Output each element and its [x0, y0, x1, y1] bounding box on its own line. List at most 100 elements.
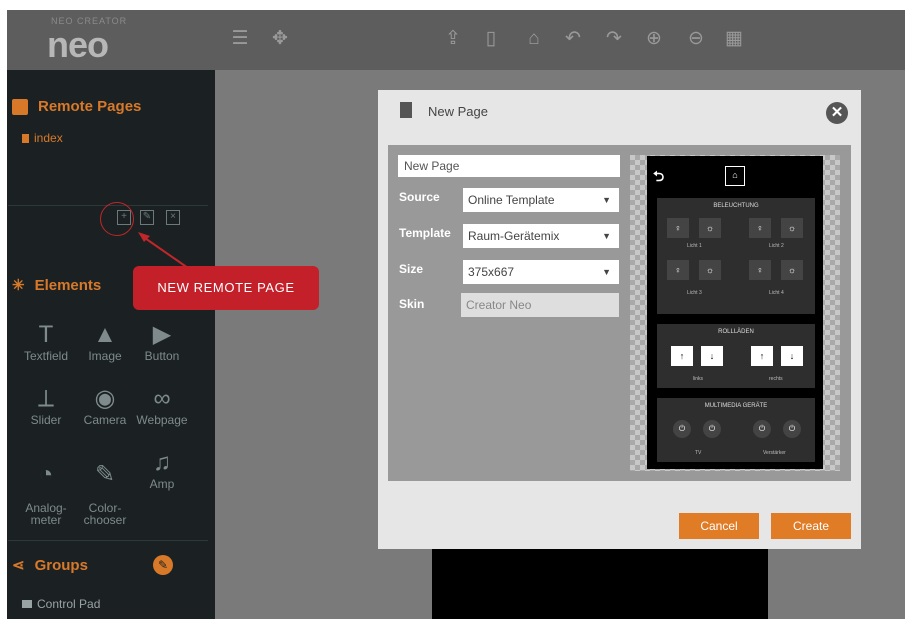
power-icon: ⏻: [673, 420, 691, 438]
puzzle-icon[interactable]: ✥: [269, 28, 291, 50]
element-label: Camera: [83, 413, 127, 427]
arrow-up-icon: ↑: [751, 346, 773, 366]
template-value: Raum-Gerätemix: [468, 229, 560, 243]
skin-field: Creator Neo: [461, 293, 619, 317]
textfield-icon: T: [38, 321, 54, 348]
groups-header: ⋖ Groups: [12, 556, 88, 575]
preview-card-media: MULTIMEDIA GERÄTE ⏻ ⏻ ⏻ ⏻ TV Verstärker: [657, 398, 815, 462]
element-label: Webpage: [136, 413, 188, 427]
media-label: TV: [695, 450, 702, 456]
menu-icon[interactable]: ☰: [229, 28, 251, 50]
pages-icon: [12, 98, 28, 115]
create-button[interactable]: Create: [771, 513, 851, 539]
dialog-title: New Page: [428, 104, 488, 119]
size-value: 375x667: [468, 265, 515, 279]
zoom-out-icon[interactable]: ⊖: [685, 28, 707, 50]
cancel-button[interactable]: Cancel: [679, 513, 759, 539]
element-label: Textfield: [23, 349, 69, 363]
bulb-on-icon: ☼: [699, 218, 721, 238]
bulb-icon: ♀: [749, 260, 771, 280]
arrow-down-icon: ↓: [701, 346, 723, 366]
template-label: Template: [399, 226, 451, 240]
elements-icon: ✳: [12, 277, 25, 294]
page-name-input[interactable]: [398, 155, 620, 177]
element-label: Button: [144, 349, 180, 363]
bulb-icon: ♀: [749, 218, 771, 238]
page-canvas[interactable]: [432, 548, 768, 619]
undo-icon[interactable]: ↶: [562, 28, 584, 50]
logo: neo: [47, 24, 109, 65]
groups-icon: ⋖: [12, 557, 25, 574]
edit-page-icon[interactable]: ✎: [140, 210, 154, 225]
skin-label: Skin: [399, 297, 425, 311]
button-icon: ▶: [152, 321, 172, 348]
highlight-ring: [100, 202, 134, 236]
card-title: MULTIMEDIA GERÄTE: [704, 403, 768, 409]
card-title: BELEUCHTUNG: [713, 203, 759, 209]
source-value: Online Template: [468, 193, 555, 207]
light-label: Licht 2: [769, 243, 784, 249]
light-label: Licht 1: [687, 243, 702, 249]
element-label: Slider: [30, 413, 62, 427]
preview-card-blinds: ROLLLÄDEN ↑ ↓ ↑ ↓ links rechts: [657, 324, 815, 388]
group-item-control-pad[interactable]: Control Pad: [22, 597, 100, 611]
element-textfield[interactable]: T Textfield: [16, 320, 76, 362]
folder-icon: [22, 600, 32, 608]
element-label: Image: [88, 349, 122, 363]
camera-icon: ◉: [94, 385, 116, 412]
home-icon: ⌂: [725, 166, 745, 186]
element-slider[interactable]: ⟂ Slider: [16, 384, 76, 426]
dialog-panel: Source Online Template ▼ Template Raum-G…: [388, 145, 851, 481]
phone-preview: ⮌ ⌂ BELEUCHTUNG ♀ ☼ ♀ ☼ Licht 1 Licht 2 …: [647, 156, 823, 469]
element-label: Amp: [149, 477, 175, 491]
home-icon[interactable]: ⌂: [523, 28, 545, 50]
arrow-down-icon: ↓: [781, 346, 803, 366]
element-label: Analog- meter: [25, 501, 67, 527]
bulb-icon: ♀: [667, 218, 689, 238]
elements-title: Elements: [34, 276, 102, 294]
redo-icon[interactable]: ↷: [603, 28, 625, 50]
delete-page-icon[interactable]: ×: [166, 210, 180, 225]
element-colorchooser[interactable]: ✎ Color- chooser: [75, 448, 135, 526]
source-select[interactable]: Online Template ▼: [463, 188, 619, 212]
light-label: Licht 3: [687, 290, 702, 296]
element-analogmeter[interactable]: ◔ Analog- meter: [16, 448, 76, 526]
upload-icon[interactable]: ⇪: [442, 28, 464, 50]
element-button[interactable]: ▶ Button: [132, 320, 192, 362]
group-item-label: Control Pad: [37, 597, 101, 611]
chevron-down-icon: ▼: [602, 195, 611, 205]
preview-card-lighting: BELEUCHTUNG ♀ ☼ ♀ ☼ Licht 1 Licht 2 ♀ ☼ …: [657, 198, 815, 314]
gauge-icon: ◔: [38, 461, 54, 488]
back-icon: ⮌: [653, 168, 665, 184]
image-icon: ▲: [93, 321, 117, 348]
template-select[interactable]: Raum-Gerätemix ▼: [463, 224, 619, 248]
blind-label: rechts: [769, 376, 783, 382]
phone-icon[interactable]: ▯: [480, 28, 502, 50]
page-item-index[interactable]: index: [22, 131, 63, 145]
close-icon[interactable]: ✕: [826, 102, 848, 124]
light-label: Licht 4: [769, 290, 784, 296]
media-label: Verstärker: [763, 450, 786, 456]
source-label: Source: [399, 190, 440, 204]
element-amp[interactable]: ♫ Amp: [132, 448, 192, 490]
zoom-in-icon[interactable]: ⊕: [643, 28, 665, 50]
size-select[interactable]: 375x667 ▼: [463, 260, 619, 284]
power-icon: ⏻: [753, 420, 771, 438]
grid-icon[interactable]: ▦: [723, 28, 745, 50]
groups-edit-icon[interactable]: ✎: [153, 555, 173, 575]
arrow-up-icon: ↑: [671, 346, 693, 366]
remote-pages-header: Remote Pages: [12, 98, 141, 115]
elements-header: ✳ Elements: [12, 276, 102, 295]
page-item-label: index: [34, 131, 63, 145]
element-webpage[interactable]: ∞ Webpage: [132, 384, 192, 426]
callout-new-remote-page: NEW REMOTE PAGE: [133, 266, 319, 310]
bulb-on-icon: ☼: [781, 260, 803, 280]
blind-label: links: [693, 376, 704, 382]
divider: [8, 540, 208, 541]
chevron-down-icon: ▼: [602, 231, 611, 241]
card-title: ROLLLÄDEN: [718, 329, 754, 335]
element-camera[interactable]: ◉ Camera: [75, 384, 135, 426]
element-image[interactable]: ▲ Image: [75, 320, 135, 362]
link-icon: ∞: [153, 385, 171, 412]
slider-icon: ⟂: [37, 385, 54, 412]
